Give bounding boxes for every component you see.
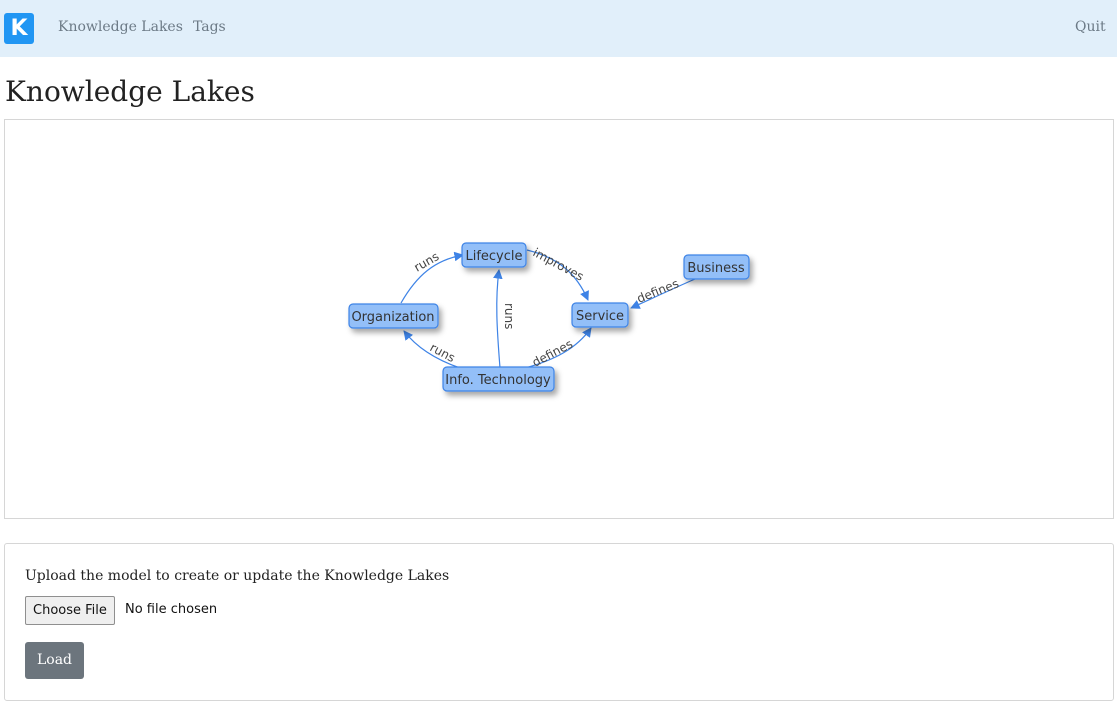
upload-panel: Upload the model to create or update the… <box>4 543 1114 701</box>
graph-panel[interactable]: runs improves defines runs runs defines … <box>4 119 1114 519</box>
upload-instruction: Upload the model to create or update the… <box>25 568 450 584</box>
node-business[interactable]: Business <box>683 254 750 280</box>
file-status: No file chosen <box>125 602 218 617</box>
nav-link-tags[interactable]: Tags <box>193 19 226 35</box>
node-label: Business <box>687 261 745 276</box>
quit-link[interactable]: Quit <box>1075 19 1106 35</box>
edge-label: improves <box>531 245 586 283</box>
node-label: Service <box>576 309 624 324</box>
node-lifecycle[interactable]: Lifecycle <box>461 242 527 268</box>
edge-lifecycle-improves-service[interactable]: improves <box>526 245 589 301</box>
edge-it-runs-lifecycle[interactable]: runs <box>493 269 516 369</box>
node-label: Info. Technology <box>445 373 551 388</box>
edge-label: defines <box>530 337 575 370</box>
choose-file-button[interactable]: Choose File <box>25 596 115 625</box>
edge-it-runs-organization[interactable]: runs <box>403 330 461 369</box>
page-title: Knowledge Lakes <box>5 75 255 108</box>
knowledge-graph[interactable]: runs improves defines runs runs defines … <box>5 120 1113 518</box>
edge-label: defines <box>635 276 681 305</box>
node-label: Lifecycle <box>465 249 522 264</box>
app-logo[interactable]: K <box>4 13 34 44</box>
edge-organization-runs-lifecycle[interactable]: runs <box>400 249 464 304</box>
node-label: Organization <box>351 310 434 325</box>
edge-label: runs <box>502 303 516 329</box>
load-button[interactable]: Load <box>25 642 84 679</box>
top-navbar: K Knowledge Lakes Tags Quit <box>0 0 1117 57</box>
node-info-technology[interactable]: Info. Technology <box>442 366 555 392</box>
edge-business-defines-service[interactable]: defines <box>630 276 696 309</box>
node-service[interactable]: Service <box>571 302 629 328</box>
nav-link-knowledge-lakes[interactable]: Knowledge Lakes <box>58 19 183 35</box>
edge-it-defines-service[interactable]: defines <box>524 327 592 370</box>
node-organization[interactable]: Organization <box>348 303 439 329</box>
